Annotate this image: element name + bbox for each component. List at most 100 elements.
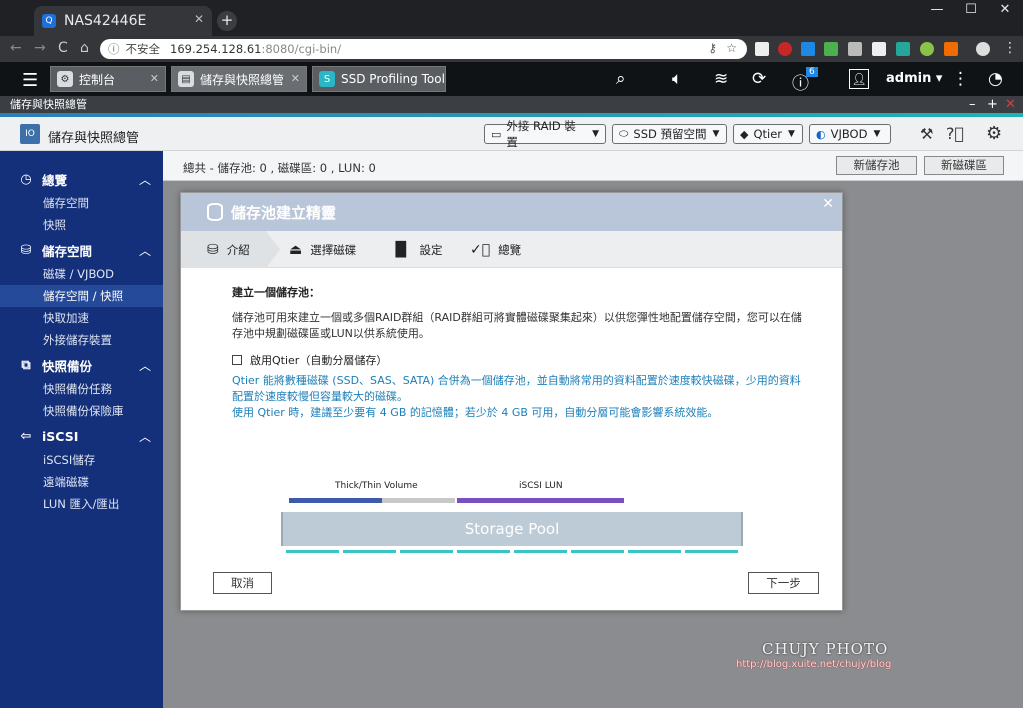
storage-pool-box: Storage Pool	[281, 512, 743, 546]
qtier-option[interactable]: 啟用Qtier（自動分層儲存）	[232, 353, 802, 369]
qts-tab-storage[interactable]: ▤ 儲存與快照總管 ✕	[171, 66, 307, 92]
sidebar-item-iscsi-storage[interactable]: iSCSI儲存	[0, 449, 163, 471]
close-icon[interactable]: ✕	[150, 72, 159, 85]
extension-icon[interactable]	[801, 42, 815, 56]
step-select-disks: ⏏ 選擇磁碟	[289, 242, 356, 258]
minimize-icon[interactable]: —	[922, 2, 952, 17]
volume-free-bar	[382, 498, 455, 503]
close-icon[interactable]: ✕	[822, 196, 834, 212]
sidebar-item-remote-disk[interactable]: 遠端磁碟	[0, 471, 163, 493]
storage-app-icon: ▤	[178, 71, 194, 87]
external-device-icon[interactable]: ⟳	[752, 69, 766, 89]
back-icon[interactable]: ←	[10, 40, 22, 56]
sidebar-item-overview-storage[interactable]: 儲存空間	[0, 192, 163, 214]
dropdown-label: Qtier	[753, 127, 783, 141]
lun-label: iSCSI LUN	[519, 481, 563, 491]
sidebar-group-snapshot-backup[interactable]: ⧉ 快照備份 ︿	[0, 354, 163, 376]
step-arrow	[266, 231, 280, 268]
diagnostics-icon[interactable]: ⚒	[920, 125, 933, 143]
watermark-url: http://blog.xuite.net/chujy/blog	[736, 659, 892, 670]
sidebar-group-iscsi[interactable]: ⇦ iSCSI ︿	[0, 425, 163, 447]
user-menu[interactable]: admin ▾	[886, 71, 942, 86]
qtier-dropdown[interactable]: ◆ Qtier ▼	[733, 124, 803, 144]
extension-icon[interactable]	[896, 42, 910, 56]
extension-icon[interactable]	[824, 42, 838, 56]
maximize-icon[interactable]: ☐	[956, 2, 986, 17]
ssd-overprovision-dropdown[interactable]: ⬭ SSD 預留空間 ▼	[612, 124, 727, 144]
new-tab-button[interactable]: +	[217, 11, 237, 31]
extension-icon[interactable]	[872, 42, 886, 56]
qtier-checkbox[interactable]	[232, 355, 242, 365]
dashboard-icon: ◷	[20, 171, 32, 187]
sidebar-item-external-storage[interactable]: 外接儲存裝置	[0, 329, 163, 351]
profile-avatar[interactable]	[976, 42, 990, 56]
new-pool-button[interactable]: 新儲存池	[836, 156, 917, 175]
forward-icon[interactable]: →	[34, 40, 46, 56]
reload-icon[interactable]: C	[58, 40, 68, 56]
raid-config-icon: ▐▌	[390, 242, 412, 258]
bookmark-star-icon[interactable]: ☆	[726, 41, 737, 55]
menu-kebab-icon[interactable]: ⋮	[1003, 40, 1017, 56]
dashboard-gauge-icon[interactable]: ◔	[988, 69, 1003, 89]
chevron-up-icon: ︿	[138, 430, 151, 444]
username: admin	[886, 71, 932, 86]
search-icon[interactable]: ⌕	[616, 69, 626, 89]
user-icon[interactable]: 👤︎	[849, 69, 869, 89]
qts-tab-ssd-profiling[interactable]: S SSD Profiling Tool	[312, 66, 446, 92]
url-field[interactable]: ⓘ 不安全 169.254.128.61 :8080/cgi-bin/ ⚷ ☆	[100, 39, 747, 59]
step-summary: ✓⃝ 總覽	[470, 242, 521, 258]
more-options-icon[interactable]: ⋮	[952, 69, 969, 89]
close-icon[interactable]: ✕	[291, 72, 300, 85]
extension-icon[interactable]	[848, 42, 862, 56]
volume-icon[interactable]: 🔈︎	[672, 69, 682, 89]
storage-app-logo-icon: IO	[20, 124, 40, 144]
key-icon[interactable]: ⚷	[708, 41, 717, 55]
disks-icon: ⛁	[207, 242, 219, 258]
close-window-icon[interactable]: ✕	[990, 2, 1020, 17]
ssd-icon: ⬭	[619, 127, 629, 140]
qtier-checkbox-label: 啟用Qtier（自動分層儲存）	[250, 354, 388, 367]
sidebar-item-overview-snapshot[interactable]: 快照	[0, 214, 163, 236]
sidebar-item-storage-snapshot[interactable]: 儲存空間 / 快照	[0, 285, 163, 307]
close-icon[interactable]: ✕	[1005, 96, 1016, 113]
home-icon[interactable]: ⌂	[80, 40, 89, 56]
help-icon[interactable]: ?⃝	[946, 124, 964, 143]
minimize-icon[interactable]: –	[969, 96, 976, 113]
chevron-up-icon: ︿	[138, 359, 151, 373]
app-header: IO 儲存與快照總管 ▭ 外接 RAID 裝置 ▼ ⬭ SSD 預留空間 ▼ ◆ Q…	[0, 117, 1023, 151]
browser-tab-title: NAS42446E	[64, 13, 147, 29]
extension-icon[interactable]	[755, 42, 769, 56]
cancel-button[interactable]: 取消	[213, 572, 272, 594]
snapshot-backup-icon: ⧉	[21, 357, 31, 373]
qts-tab-control-panel[interactable]: ⚙ 控制台 ✕	[50, 66, 166, 92]
sidebar-group-overview[interactable]: ◷ 總覽 ︿	[0, 168, 163, 190]
sidebar-item-cache[interactable]: 快取加速	[0, 307, 163, 329]
settings-gear-icon[interactable]: ⚙	[986, 123, 1002, 144]
check-circle-icon: ✓⃝	[470, 242, 491, 258]
next-button[interactable]: 下一步	[748, 572, 819, 594]
close-tab-icon[interactable]: ✕	[194, 12, 204, 26]
qtier-description: Qtier 能將數種磁碟 (SSD、SAS、SATA) 合併為一個儲存池，並自動…	[232, 374, 801, 403]
vjbod-dropdown[interactable]: ◐ VJBOD ▼	[809, 124, 891, 144]
extension-icon[interactable]	[944, 42, 958, 56]
adblock-icon[interactable]	[778, 42, 792, 56]
sidebar-item-backup-vault[interactable]: 快照備份保險庫	[0, 400, 163, 422]
sidebar-item-lun-import-export[interactable]: LUN 匯入/匯出	[0, 493, 163, 515]
sidebar-group-storage[interactable]: ⛁ 儲存空間 ︿	[0, 239, 163, 261]
maximize-icon[interactable]: +	[987, 96, 998, 113]
info-icon[interactable]: ⓘ	[108, 41, 120, 57]
external-raid-dropdown[interactable]: ▭ 外接 RAID 裝置 ▼	[484, 119, 606, 149]
new-volume-button[interactable]: 新磁碟區	[924, 156, 1004, 175]
browser-tab[interactable]: Q NAS42446E ✕	[34, 6, 212, 36]
browser-tab-bar: Q NAS42446E ✕ + — ☐ ✕	[0, 0, 1023, 36]
intro-heading: 建立一個儲存池：	[232, 286, 320, 299]
sidebar-item-disks[interactable]: 磁碟 / VJBOD	[0, 263, 163, 285]
sidebar-item-backup-jobs[interactable]: 快照備份任務	[0, 378, 163, 400]
pool-wizard-dialog: 儲存池建立精靈 ✕ ⛁ 介紹 ⏏ 選擇磁碟 ▐▌ 設定 ✓⃝ 總覽 建立一個儲存池： 儲…	[180, 192, 843, 611]
extension-icon[interactable]	[920, 42, 934, 56]
background-tasks-icon[interactable]: ≋	[714, 69, 728, 89]
qts-tab-label: SSD Profiling Tool	[341, 72, 445, 86]
chevron-down-icon: ▼	[712, 129, 720, 139]
chevron-down-icon: ▼	[788, 129, 795, 139]
main-menu-icon[interactable]: ☰	[22, 70, 38, 91]
